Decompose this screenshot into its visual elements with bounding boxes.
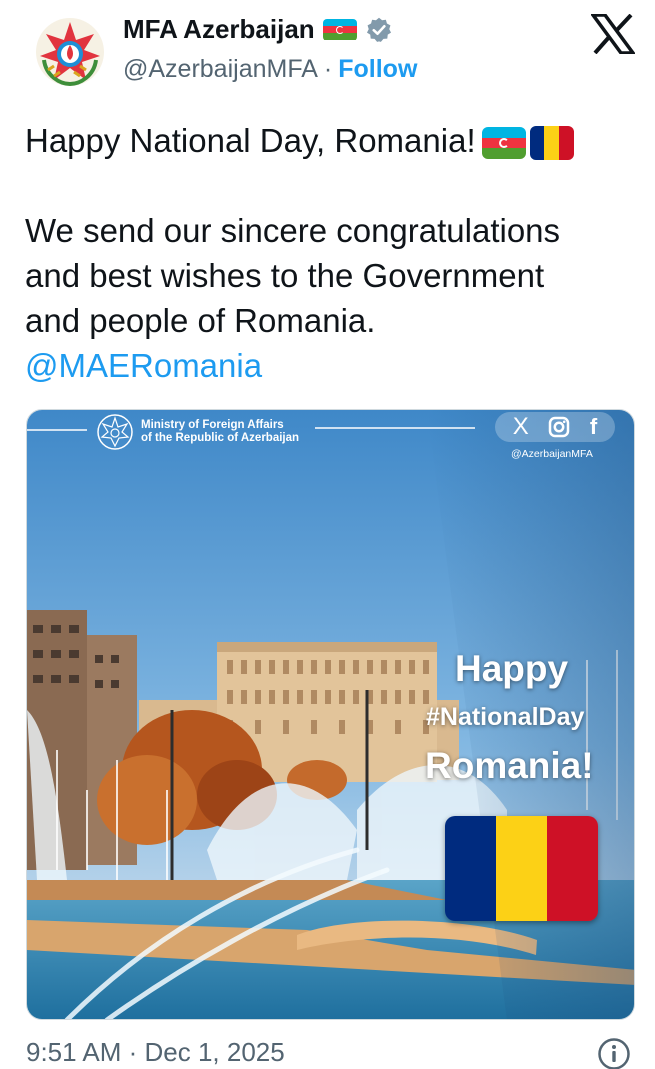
display-name[interactable]: MFA Azerbaijan bbox=[123, 14, 315, 45]
social-icons-pill: X f bbox=[495, 412, 615, 442]
user-handle[interactable]: @AzerbaijanMFA bbox=[123, 55, 318, 84]
info-icon[interactable] bbox=[597, 1037, 631, 1069]
tweet-line-greeting: Happy National Day, Romania! bbox=[25, 118, 635, 163]
ministry-line-2: of the Republic of Azerbaijan bbox=[141, 432, 300, 444]
avatar[interactable] bbox=[26, 8, 114, 96]
mfa-emblem-icon bbox=[36, 18, 104, 87]
tweet-line-3: and people of Romania. bbox=[25, 302, 376, 339]
mention-link[interactable]: @MAERomania bbox=[25, 343, 635, 388]
follow-button[interactable]: Follow bbox=[338, 55, 417, 84]
timestamp[interactable]: 9:51 AM · Dec 1, 2025 bbox=[26, 1037, 285, 1068]
tweet-image[interactable]: Ministry of Foreign Affairs of the Repub… bbox=[26, 409, 635, 1020]
greeting-hashtag: #NationalDay bbox=[426, 703, 585, 731]
tweet-header: MFA Azerbaijan @AzerbaijanMFA · Follow bbox=[0, 0, 655, 100]
tweet-line-1: We send our sincere congratulations bbox=[25, 212, 561, 249]
greeting-country: Romania! bbox=[425, 745, 594, 786]
tweet-line-2: and best wishes to the Government bbox=[25, 257, 545, 294]
ministry-line-1: Ministry of Foreign Affairs bbox=[141, 419, 284, 431]
tweet-text: Happy National Day, Romania! We send our… bbox=[25, 118, 635, 388]
greeting-happy: Happy bbox=[455, 648, 569, 689]
separator-dot: · bbox=[323, 55, 333, 83]
ministry-header: Ministry of Foreign Affairs of the Repub… bbox=[95, 412, 299, 452]
ministry-name: Ministry of Foreign Affairs of the Repub… bbox=[141, 419, 299, 445]
instagram-icon bbox=[549, 416, 570, 438]
ministry-emblem-icon bbox=[97, 414, 133, 450]
facebook-icon: f bbox=[589, 414, 598, 439]
handle-row: @AzerbaijanMFA · Follow bbox=[123, 55, 417, 84]
media-handle: @AzerbaijanMFA bbox=[511, 448, 593, 460]
verified-badge-icon bbox=[366, 17, 391, 42]
x-social-icon: X bbox=[512, 413, 529, 440]
name-row: MFA Azerbaijan bbox=[123, 14, 393, 45]
azerbaijan-flag-icon bbox=[322, 18, 357, 41]
azerbaijan-flag-icon bbox=[481, 127, 526, 160]
romania-flag-icon bbox=[529, 126, 574, 161]
romania-flag-icon bbox=[445, 816, 598, 921]
greeting-text: Happy National Day, Romania! bbox=[25, 122, 476, 159]
x-logo-icon[interactable] bbox=[591, 14, 635, 54]
